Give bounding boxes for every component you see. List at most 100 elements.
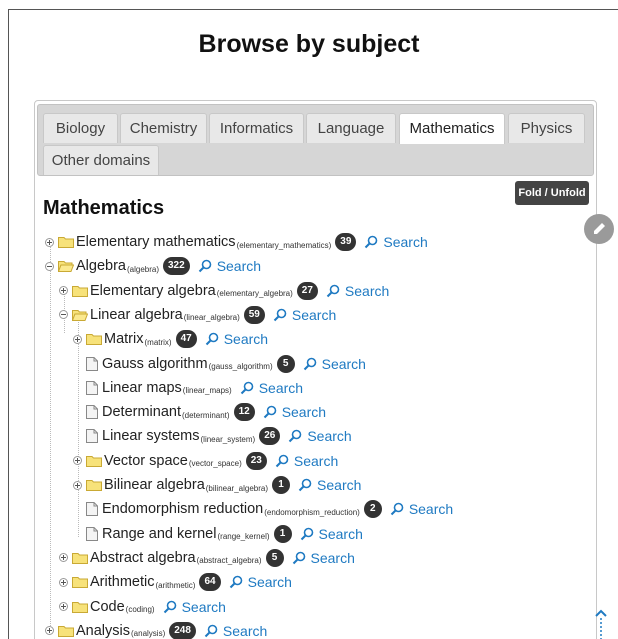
expand-toggle[interactable] <box>73 334 82 344</box>
tree-item-label[interactable]: Elementary algebra <box>90 283 216 299</box>
search-link[interactable]: Search <box>229 574 292 590</box>
expand-toggle[interactable] <box>59 577 68 587</box>
search-link[interactable]: Search <box>364 234 428 250</box>
search-link[interactable]: Search <box>163 599 226 615</box>
tree-item-label[interactable]: Arithmetic <box>90 574 154 590</box>
tree-row: Arithmetic (arithmetic) 64 Search <box>59 571 292 593</box>
count-badge: 23 <box>245 451 267 470</box>
count-badge: 5 <box>265 548 284 567</box>
tree-item-label[interactable]: Abstract algebra <box>90 550 196 566</box>
tree-item-label[interactable]: Linear maps <box>102 380 182 396</box>
search-link[interactable]: Search <box>240 380 303 396</box>
document-icon <box>86 380 98 395</box>
search-link[interactable]: Search <box>198 258 261 274</box>
search-link-label: Search <box>281 404 327 421</box>
tab-other-domains[interactable]: Other domains <box>43 145 159 175</box>
tree-item-slug: (matrix) <box>144 337 172 347</box>
collapse-toggle[interactable] <box>59 310 68 320</box>
search-link-label: Search <box>181 598 226 615</box>
search-link[interactable]: Search <box>298 477 361 493</box>
tree-item-label[interactable]: Gauss algorithm <box>102 356 208 372</box>
tree-item-slug: (arithmetic) <box>155 580 196 590</box>
count-badge: 2 <box>363 500 382 519</box>
edit-button[interactable] <box>584 214 614 244</box>
expand-toggle[interactable] <box>73 456 82 466</box>
tree-item-slug: (endomorphism_reduction) <box>264 507 360 517</box>
tree-row: Gauss algorithm (gauss_algorithm) 5 Search <box>73 353 366 375</box>
tree-item-label[interactable]: Matrix <box>104 331 143 347</box>
tree-item-label[interactable]: Analysis <box>76 623 130 639</box>
tree-item-label[interactable]: Linear systems <box>102 428 200 444</box>
tree-item-label[interactable]: Determinant <box>102 404 181 420</box>
magnifier-icon <box>205 332 219 346</box>
tree-item-slug: (algebra) <box>126 264 159 274</box>
tree-item-slug: (elementary_mathematics) <box>236 240 332 250</box>
search-link-label: Search <box>317 477 362 493</box>
search-link-label: Search <box>307 428 352 445</box>
magnifier-icon <box>292 551 305 565</box>
search-link[interactable]: Search <box>303 356 366 372</box>
search-link[interactable]: Search <box>205 331 268 347</box>
expand-toggle[interactable] <box>59 602 68 611</box>
tree-item-label[interactable]: Elementary mathematics <box>76 234 236 250</box>
magnifier-icon <box>289 430 302 443</box>
folder-open-icon <box>72 309 88 321</box>
folder-icon <box>86 334 102 346</box>
folder-icon <box>58 625 74 637</box>
search-link-label: Search <box>222 622 268 639</box>
folder-icon <box>72 601 88 613</box>
tab-language[interactable]: Language <box>306 113 396 143</box>
count-badge: 39 <box>335 233 357 251</box>
tree-item-label[interactable]: Linear algebra <box>90 307 183 323</box>
search-link[interactable]: Search <box>275 453 338 469</box>
magnifier-icon <box>298 478 312 492</box>
tree-item-slug: (gauss_algorithm) <box>208 362 273 371</box>
search-link[interactable]: Search <box>204 623 267 639</box>
tree-row: Bilinear algebra (bilinear_algebra) 1 Searc… <box>73 474 361 496</box>
count-badge: 64 <box>199 573 221 592</box>
fold-unfold-button[interactable]: Fold / Unfold <box>515 181 589 205</box>
tree-row: Analysis (analysis) 248 Search <box>45 620 267 639</box>
collapse-toggle[interactable] <box>45 261 54 271</box>
count-badge: 27 <box>296 281 318 300</box>
tree-item-slug: (bilinear_algebra) <box>205 483 269 493</box>
tree-item-label[interactable]: Range and kernel <box>102 526 216 542</box>
tree-row: Vector space (vector_space) 23 Search <box>73 450 338 472</box>
search-link-label: Search <box>247 574 292 591</box>
magnifier-icon <box>273 308 287 322</box>
count-badge: 322 <box>163 257 190 276</box>
expand-toggle[interactable] <box>45 237 54 247</box>
tree-item-slug: (linear_maps) <box>182 386 232 396</box>
search-link[interactable]: Search <box>300 526 363 542</box>
search-link-label: Search <box>291 306 337 323</box>
search-link[interactable]: Search <box>288 428 352 445</box>
search-link[interactable]: Search <box>326 283 389 299</box>
tab-mathematics[interactable]: Mathematics <box>399 113 505 144</box>
search-link[interactable]: Search <box>273 307 336 323</box>
tree-item-label[interactable]: Algebra <box>76 258 126 274</box>
tab-informatics[interactable]: Informatics <box>209 113 304 143</box>
scroll-top-button[interactable] <box>593 607 609 639</box>
magnifier-icon <box>163 600 176 613</box>
tree-item-label[interactable]: Bilinear algebra <box>104 477 205 493</box>
tree-item-label[interactable]: Endomorphism reduction <box>102 501 263 517</box>
tab-biology[interactable]: Biology <box>43 113 118 143</box>
search-link[interactable]: Search <box>292 550 355 566</box>
search-link[interactable]: Search <box>263 404 326 420</box>
expand-toggle[interactable] <box>59 553 68 563</box>
tree-item-label[interactable]: Code <box>90 599 125 615</box>
tree-row: Abstract algebra (abstract_algebra) 5 Searc… <box>59 547 355 569</box>
expand-toggle[interactable] <box>59 286 68 296</box>
tab-physics[interactable]: Physics <box>508 113 585 143</box>
search-link-label: Search <box>293 452 339 469</box>
tree-item-slug: (coding) <box>125 605 155 614</box>
tab-chemistry[interactable]: Chemistry <box>120 113 207 143</box>
search-link[interactable]: Search <box>390 501 453 517</box>
subject-panel: Biology Chemistry Informatics Language M… <box>34 100 597 639</box>
count-badge: 26 <box>259 427 281 446</box>
tree-item-label[interactable]: Vector space <box>104 453 188 469</box>
search-link-label: Search <box>321 355 366 372</box>
expand-toggle[interactable] <box>73 480 82 490</box>
search-link-label: Search <box>258 379 304 396</box>
expand-toggle[interactable] <box>45 626 54 636</box>
